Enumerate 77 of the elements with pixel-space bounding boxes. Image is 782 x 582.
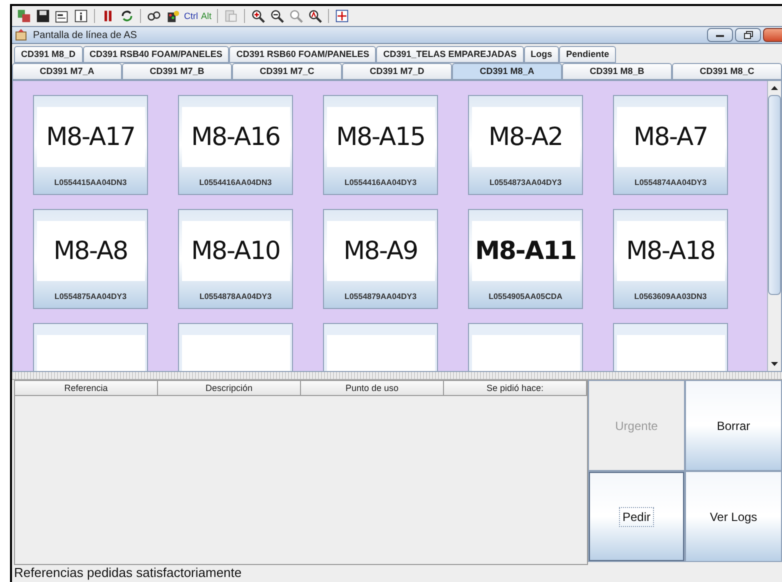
part-card[interactable]: M8-A17 L0554415AA04DN3: [33, 95, 148, 195]
tab[interactable]: CD391 M7_A: [12, 63, 122, 80]
part-code: L0554879AA04DY3: [344, 291, 417, 303]
part-label: M8-A10: [191, 235, 280, 268]
minimize-button[interactable]: [707, 28, 733, 42]
traffic-light-icon[interactable]: [166, 9, 180, 23]
tab[interactable]: CD391 M8_D: [14, 46, 83, 63]
part-code: L0554875AA04DY3: [54, 291, 127, 303]
properties-icon[interactable]: [55, 9, 69, 23]
zoom-icon[interactable]: [288, 9, 303, 23]
window-title: Pantalla de línea de AS: [33, 28, 138, 42]
restore-icon: [744, 31, 752, 39]
action-button[interactable]: Pedir: [588, 471, 685, 562]
part-code: L0554415AA04DN3: [54, 177, 127, 189]
close-button[interactable]: [763, 28, 782, 42]
part-label: M8-A16: [191, 121, 280, 154]
glasses-icon[interactable]: [147, 9, 161, 23]
tab[interactable]: CD391 M7_D: [342, 63, 452, 80]
column-header[interactable]: Referencia: [15, 381, 158, 396]
tab[interactable]: CD391_TELAS EMPAREJADAS: [376, 46, 524, 63]
copy-icon[interactable]: [17, 9, 31, 23]
scrollbar[interactable]: [767, 81, 781, 371]
column-header[interactable]: Punto de uso: [301, 381, 444, 396]
part-label: M8-A15: [336, 121, 425, 154]
zoom-in-icon[interactable]: [250, 9, 265, 23]
fit-screen-icon[interactable]: [334, 9, 349, 23]
tab[interactable]: CD391 RSB40 FOAM/PANELES: [82, 46, 230, 63]
part-card[interactable]: M8-A16 L0554416AA04DN3: [178, 95, 293, 195]
part-card[interactable]: M8-A18 L0563609AA03DN3: [613, 209, 728, 309]
part-label: M8-A8: [54, 235, 128, 268]
up-arrow-icon: [771, 86, 778, 90]
status-message: Referencias pedidas satisfactoriamente: [13, 565, 243, 581]
zoom-reset-icon[interactable]: [308, 9, 322, 23]
part-card[interactable]: M8-A10 L0554878AA04DY3: [178, 209, 293, 309]
refresh-icon[interactable]: [120, 9, 134, 23]
part-code: L0554874AA04DY3: [634, 177, 707, 189]
part-code: L0554416AA04DN3: [199, 177, 272, 189]
part-card[interactable]: M8-A9 L0554879AA04DY3: [323, 209, 438, 309]
tab[interactable]: Logs: [524, 46, 560, 63]
part-card[interactable]: M8-A15 L0554416AA04DY3: [323, 95, 438, 195]
part-label: M8-A9: [344, 235, 418, 268]
tab[interactable]: CD391 RSB60 FOAM/PANELES: [229, 46, 376, 63]
part-card[interactable]: M8-A2 L0554873AA04DY3: [468, 95, 583, 195]
tab[interactable]: Pendiente: [559, 46, 616, 63]
part-label: M8-A2: [488, 121, 562, 154]
part-code: L0554416AA04DY3: [344, 177, 417, 189]
tab[interactable]: CD391 M8_A: [452, 63, 562, 80]
part-label: M8-A18: [626, 235, 715, 268]
minimize-icon: [716, 34, 724, 36]
action-button: Urgente: [588, 380, 685, 471]
action-button[interactable]: Borrar: [685, 380, 782, 471]
part-code: L0563609AA03DN3: [634, 291, 707, 303]
scroll-thumb[interactable]: [768, 95, 781, 295]
part-label: M8-A17: [46, 121, 135, 154]
info-icon[interactable]: [74, 9, 88, 23]
zoom-out-icon[interactable]: [270, 9, 284, 23]
part-label: M8-A7: [634, 121, 708, 154]
column-header[interactable]: Descripción: [158, 381, 301, 396]
part-code: L0554873AA04DY3: [489, 177, 562, 189]
part-label: M8-A11: [475, 235, 576, 268]
tab[interactable]: CD391 M7_B: [122, 63, 232, 80]
toolbar-text-button[interactable]: Ctrl: [184, 9, 198, 23]
tab[interactable]: CD391 M7_C: [232, 63, 342, 80]
save-icon[interactable]: [36, 9, 50, 23]
down-arrow-icon: [771, 362, 778, 366]
column-header[interactable]: Se pidió hace:: [444, 381, 587, 396]
window-icon: [15, 29, 27, 41]
part-code: L0554878AA04DY3: [199, 291, 272, 303]
part-code: L0554905AA05CDA: [488, 291, 562, 303]
part-card[interactable]: M8-A7 L0554874AA04DY3: [613, 95, 728, 195]
toolbar-text-button[interactable]: Alt: [201, 9, 212, 23]
part-card[interactable]: M8-A11 L0554905AA05CDA: [468, 209, 583, 309]
restore-button[interactable]: [735, 28, 761, 42]
part-card[interactable]: M8-A8 L0554875AA04DY3: [33, 209, 148, 309]
tab[interactable]: CD391 M8_C: [672, 63, 782, 80]
action-button[interactable]: Ver Logs: [685, 471, 782, 562]
tab[interactable]: CD391 M8_B: [562, 63, 672, 80]
